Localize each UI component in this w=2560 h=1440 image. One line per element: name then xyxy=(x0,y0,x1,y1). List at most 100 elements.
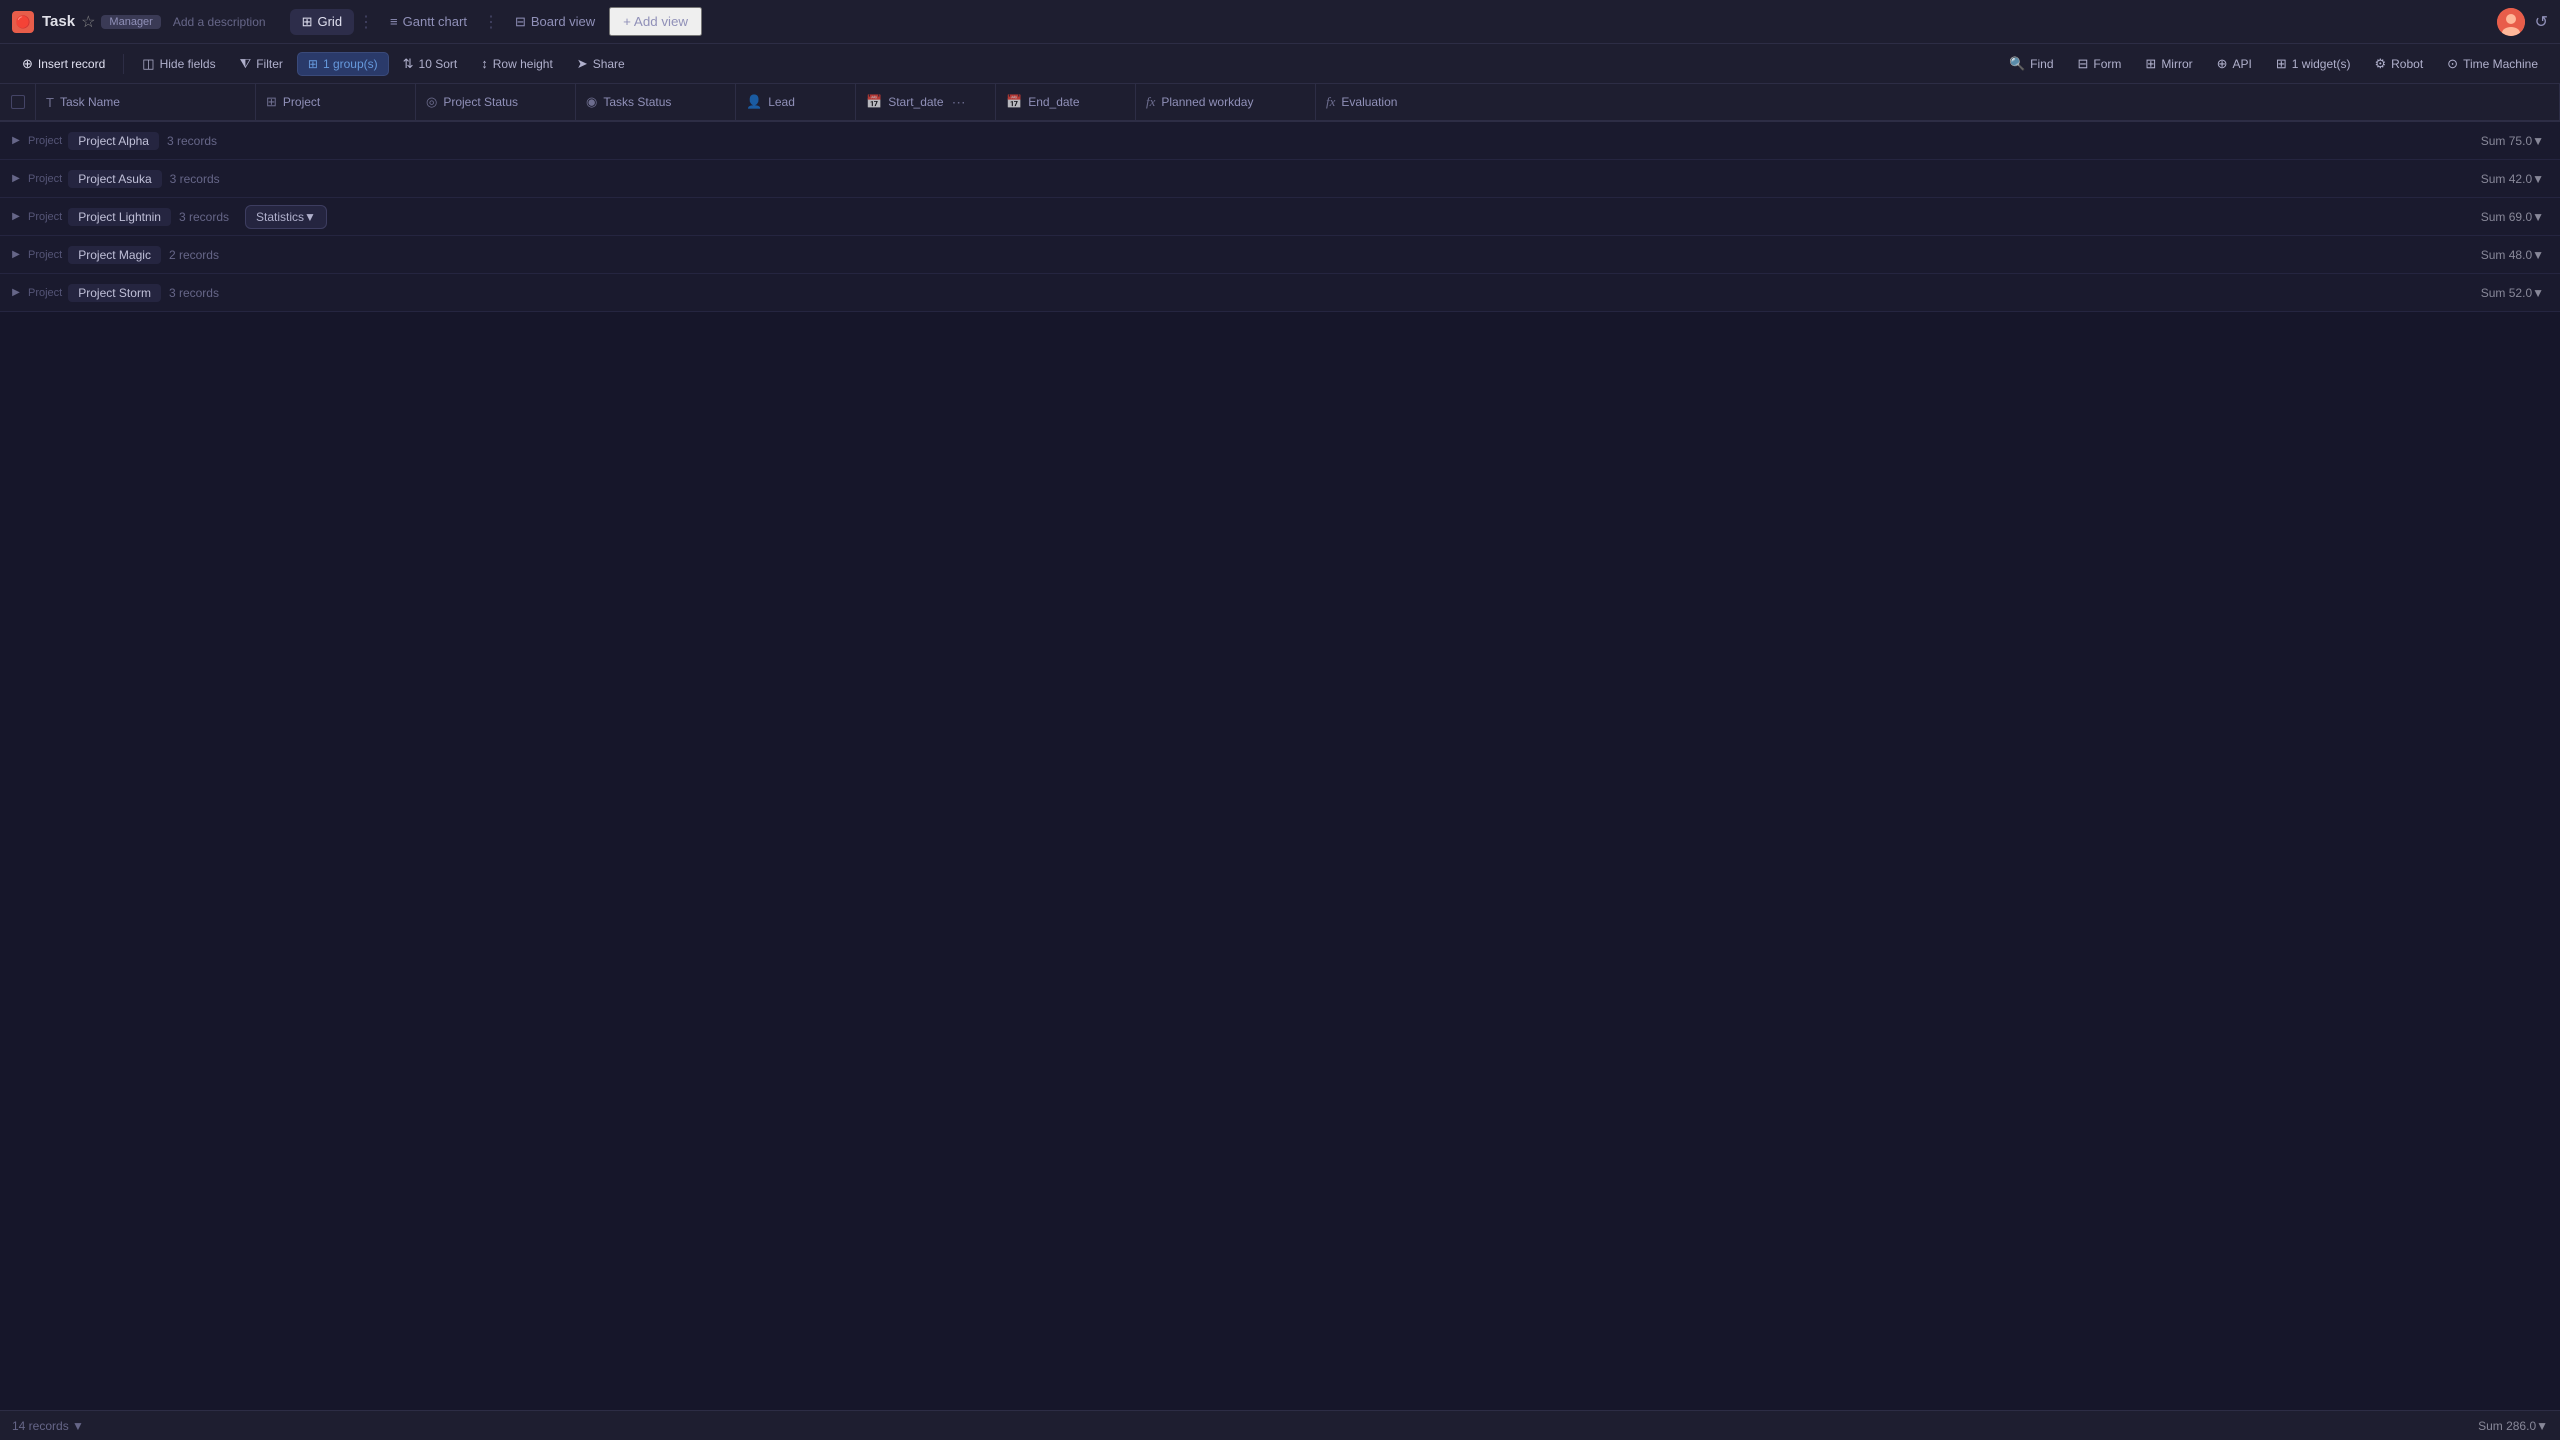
sum-lightning[interactable]: Sum 69.0▼ xyxy=(2481,210,2560,224)
share-icon: ➤ xyxy=(577,56,588,72)
tab-board[interactable]: ⊟ Board view xyxy=(503,9,607,35)
gantt-icon: ≡ xyxy=(390,14,398,29)
api-icon: ⊕ xyxy=(2217,56,2228,72)
col-header-task-name[interactable]: T Task Name xyxy=(36,84,256,120)
filter-icon: ⧨ xyxy=(240,56,252,72)
records-count-magic: 2 records xyxy=(169,248,219,262)
col-header-lead[interactable]: 👤 Lead xyxy=(736,84,856,120)
records-count-storm: 3 records xyxy=(169,286,219,300)
group-row-project-lightning: ▶ Project Project Lightnin 3 records Sta… xyxy=(0,198,2560,236)
hide-fields-button[interactable]: ◫ Hide fields xyxy=(132,52,225,76)
filter-button[interactable]: ⧨ Filter xyxy=(230,52,293,76)
sort-button[interactable]: ⇅ 10 Sort xyxy=(393,52,468,76)
view-tabs: ⊞ Grid ⋮ ≡ Gantt chart ⋮ ⊟ Board view + … xyxy=(290,7,702,36)
manager-badge: Manager xyxy=(101,15,160,29)
col-header-start-date[interactable]: 📅 Start_date ⋯ xyxy=(856,84,996,120)
form-icon: ⊟ xyxy=(2078,56,2089,72)
records-count-alpha: 3 records xyxy=(167,134,217,148)
tab-gantt[interactable]: ≡ Gantt chart xyxy=(378,9,479,34)
tasks-status-col-icon: ◉ xyxy=(586,94,597,110)
grid-icon: ⊞ xyxy=(302,14,313,30)
expand-project-magic[interactable]: ▶ xyxy=(8,247,24,263)
group-icon: ⊞ xyxy=(308,57,318,71)
add-view-button[interactable]: + Add view xyxy=(609,7,702,36)
lead-col-icon: 👤 xyxy=(746,94,762,110)
top-bar: 🔴 Task ☆ Manager Add a description ⊞ Gri… xyxy=(0,0,2560,44)
group-button[interactable]: ⊞ 1 group(s) xyxy=(297,52,389,76)
share-button[interactable]: ➤ Share xyxy=(567,52,635,76)
group-row-project-alpha: ▶ Project Project Alpha 3 records Sum 75… xyxy=(0,122,2560,160)
col-header-project-status[interactable]: ◎ Project Status xyxy=(416,84,576,120)
start-date-col-icon: 📅 xyxy=(866,94,882,110)
toolbar: ⊕ Insert record ◫ Hide fields ⧨ Filter ⊞… xyxy=(0,44,2560,84)
find-icon: 🔍 xyxy=(2009,56,2025,72)
form-button[interactable]: ⊟ Form xyxy=(2068,52,2132,76)
records-count-lightning: 3 records xyxy=(179,210,229,224)
app-title: Task xyxy=(42,13,75,30)
app-description[interactable]: Add a description xyxy=(173,15,266,29)
title-area: Task ☆ Manager xyxy=(42,12,161,32)
widgets-icon: ⊞ xyxy=(2276,56,2287,72)
tab-sep-1: ⋮ xyxy=(356,12,376,32)
footer-records-count[interactable]: 14 records ▼ xyxy=(12,1419,84,1433)
sum-alpha[interactable]: Sum 75.0▼ xyxy=(2481,134,2560,148)
group-label-project-asuka: Project Project Asuka xyxy=(28,170,162,188)
group-label-project-magic: Project Project Magic xyxy=(28,246,161,264)
widgets-button[interactable]: ⊞ 1 widget(s) xyxy=(2266,52,2361,76)
mirror-icon: ⊞ xyxy=(2145,56,2156,72)
project-col-icon: ⊞ xyxy=(266,94,277,110)
mirror-button[interactable]: ⊞ Mirror xyxy=(2135,52,2202,76)
planned-col-icon: fx xyxy=(1146,94,1155,110)
api-button[interactable]: ⊕ API xyxy=(2207,52,2262,76)
expand-project-lightning[interactable]: ▶ xyxy=(8,209,24,225)
task-name-col-icon: T xyxy=(46,95,54,110)
expand-project-storm[interactable]: ▶ xyxy=(8,285,24,301)
select-all-checkbox[interactable] xyxy=(0,84,36,120)
sum-magic[interactable]: Sum 48.0▼ xyxy=(2481,248,2560,262)
col-header-end-date[interactable]: 📅 End_date xyxy=(996,84,1136,120)
group-row-project-magic: ▶ Project Project Magic 2 records Sum 48… xyxy=(0,236,2560,274)
col-header-tasks-status[interactable]: ◉ Tasks Status xyxy=(576,84,736,120)
expand-project-asuka[interactable]: ▶ xyxy=(8,171,24,187)
app-icon: 🔴 xyxy=(12,11,34,33)
time-machine-icon: ⊙ xyxy=(2447,56,2458,72)
grid-body: ▶ Project Project Alpha 3 records Sum 75… xyxy=(0,122,2560,1410)
insert-record-button[interactable]: ⊕ Insert record xyxy=(12,52,115,76)
insert-icon: ⊕ xyxy=(22,56,33,72)
undo-icon[interactable]: ↺ xyxy=(2535,12,2548,32)
tab-sep-2: ⋮ xyxy=(481,12,501,32)
group-label-project-storm: Project Project Storm xyxy=(28,284,161,302)
col-header-evaluation[interactable]: fx Evaluation xyxy=(1316,84,2560,120)
robot-button[interactable]: ⚙ Robot xyxy=(2364,52,2433,76)
footer-sum[interactable]: Sum 286.0▼ xyxy=(2478,1419,2548,1433)
expand-project-alpha[interactable]: ▶ xyxy=(8,133,24,149)
group-row-project-storm: ▶ Project Project Storm 3 records Sum 52… xyxy=(0,274,2560,312)
row-height-button[interactable]: ↕ Row height xyxy=(471,52,563,75)
robot-icon: ⚙ xyxy=(2374,56,2386,72)
user-avatar[interactable] xyxy=(2497,8,2525,36)
sum-storm[interactable]: Sum 52.0▼ xyxy=(2481,286,2560,300)
group-label-project-alpha: Project Project Alpha xyxy=(28,132,159,150)
project-status-col-icon: ◎ xyxy=(426,94,437,110)
time-machine-button[interactable]: ⊙ Time Machine xyxy=(2437,52,2548,76)
grid-header: T Task Name ⊞ Project ◎ Project Status ◉… xyxy=(0,84,2560,122)
records-count-asuka: 3 records xyxy=(170,172,220,186)
board-icon: ⊟ xyxy=(515,14,526,30)
top-right-icons: ↺ xyxy=(2497,8,2548,36)
start-date-more-btn[interactable]: ⋯ xyxy=(950,94,968,111)
row-height-icon: ↕ xyxy=(481,56,488,71)
end-date-col-icon: 📅 xyxy=(1006,94,1022,110)
sort-icon: ⇅ xyxy=(403,56,414,72)
toolbar-sep-1 xyxy=(123,54,124,74)
group-label-project-lightning: Project Project Lightnin xyxy=(28,208,171,226)
col-header-project[interactable]: ⊞ Project xyxy=(256,84,416,120)
statistics-popup[interactable]: Statistics▼ xyxy=(245,205,327,229)
hide-fields-icon: ◫ xyxy=(142,56,154,72)
find-button[interactable]: 🔍 Find xyxy=(1999,52,2064,76)
eval-col-icon: fx xyxy=(1326,94,1335,110)
group-row-project-asuka: ▶ Project Project Asuka 3 records Sum 42… xyxy=(0,160,2560,198)
sum-asuka[interactable]: Sum 42.0▼ xyxy=(2481,172,2560,186)
footer-bar: 14 records ▼ Sum 286.0▼ xyxy=(0,1410,2560,1440)
col-header-planned-workday[interactable]: fx Planned workday xyxy=(1136,84,1316,120)
tab-grid[interactable]: ⊞ Grid xyxy=(290,9,354,35)
